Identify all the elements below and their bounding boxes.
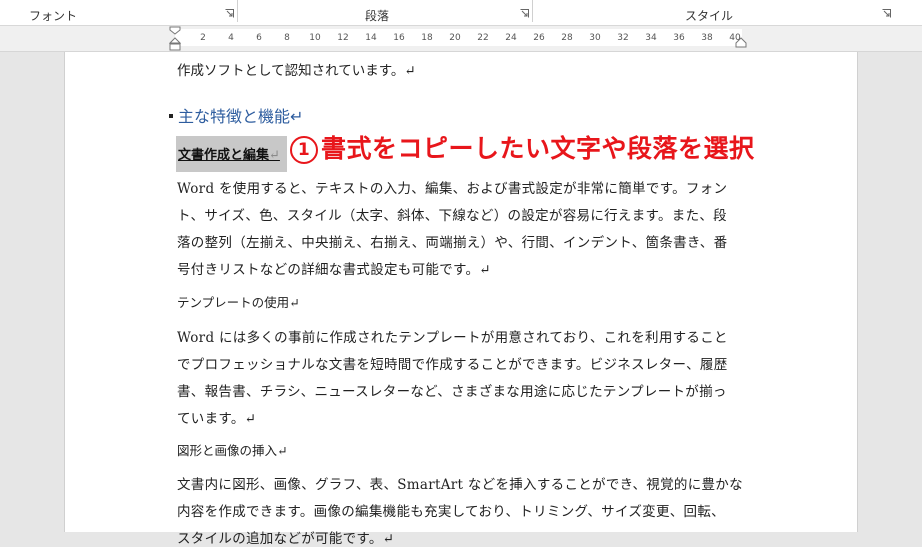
font-dialog-launcher-icon[interactable] <box>225 9 234 18</box>
paragraph-line: ています。↵ <box>177 411 257 427</box>
ruler-tick-label: 6 <box>256 33 262 43</box>
ruler-tick-label: 38 <box>701 33 713 43</box>
heading-features-text: 主な特徴と機能↵ <box>178 107 304 126</box>
heading-bullet-icon <box>169 113 173 118</box>
paragraph-line: 文書内に図形、画像、グラフ、表、SmartArt などを挿入することができ、視覚… <box>177 477 743 493</box>
paragraph-line: Word を使用すると、テキストの入力、編集、および書式設定が非常に簡単です。フ… <box>177 181 728 197</box>
ruler-tick-label: 26 <box>533 33 545 43</box>
indent-marker-icon[interactable] <box>169 26 181 52</box>
annotation-text: 書式をコピーしたい文字や段落を選択 <box>321 134 755 163</box>
selected-heading[interactable]: 文書作成と編集↵ <box>178 144 280 163</box>
paragraph-line: 内容を作成できます。画像の編集機能も充実しており、トリミング、サイズ変更、回転、 <box>177 504 725 520</box>
paragraph-line: 書、報告書、チラシ、ニュースレターなど、さまざまな用途に応じたテンプレートが揃っ <box>177 384 727 400</box>
ruler-tick-label: 16 <box>393 33 405 43</box>
ruler-tick-label: 34 <box>645 33 657 43</box>
paragraph-line: でプロフェッショナルな文書を短時間で作成することができます。ビジネスレター、履歴 <box>177 357 728 373</box>
paragraph-line: Word には多くの事前に作成されたテンプレートが用意されており、これを利用する… <box>177 330 728 346</box>
ruler-tick-label: 12 <box>337 33 349 43</box>
paragraph-line: 落の整列（左揃え、中央揃え、右揃え、両端揃え）や、行間、インデント、箇条書き、番 <box>177 235 728 251</box>
ruler-tick-label: 10 <box>309 33 321 43</box>
ruler-tick-label: 2 <box>200 33 206 43</box>
paragraph-line: ト、サイズ、色、スタイル（太字、斜体、下線など）の設定が容易に行えます。また、段 <box>177 208 727 224</box>
ruler-tick-label: 28 <box>561 33 573 43</box>
styles-group-label: スタイル <box>685 9 734 23</box>
ruler-tick-label: 32 <box>617 33 629 43</box>
paragraph-mark: ↵ <box>269 148 280 163</box>
ruler-tick-label: 4 <box>228 33 234 43</box>
ruler-tick-label: 36 <box>673 33 685 43</box>
font-group-label: フォント <box>29 9 78 23</box>
subheading-templates: テンプレートの使用↵ <box>177 295 300 310</box>
annotation-step-number: 1 <box>290 136 318 164</box>
styles-group: スタイル <box>533 0 922 25</box>
selected-heading-text: 文書作成と編集 <box>178 148 270 163</box>
ruler-tick-label: 8 <box>284 33 290 43</box>
paragraph-dialog-launcher-icon[interactable] <box>520 9 529 18</box>
horizontal-ruler[interactable]: 2 4 6 8 10 12 14 16 18 20 22 24 26 28 30 32 34 36 38 40 <box>0 26 922 52</box>
paragraph-group-label: 段落 <box>365 9 390 23</box>
ruler-tick-label: 14 <box>365 33 377 43</box>
document-line: 作成ソフトとして認知されています。↵ <box>177 59 416 79</box>
heading-features: 主な特徴と機能↵ <box>169 103 303 127</box>
right-indent-marker-icon[interactable] <box>735 36 747 48</box>
subheading-shapes-images: 図形と画像の挿入↵ <box>177 443 288 458</box>
styles-dialog-launcher-icon[interactable] <box>882 9 891 18</box>
font-group: フォント <box>0 0 237 25</box>
ruler-tick-label: 24 <box>505 33 517 43</box>
document-page[interactable]: 作成ソフトとして認知されています。↵ 主な特徴と機能↵ 文書作成と編集↵ 1 書式… <box>64 52 858 547</box>
ruler-tick-label: 20 <box>449 33 461 43</box>
ruler-tick-label: 30 <box>589 33 601 43</box>
ribbon-group-bar: フォント 段落 スタイル <box>0 0 922 26</box>
paragraph-line: 号付きリストなどの詳細な書式設定も可能です。↵ <box>177 262 491 278</box>
paragraph-group: 段落 <box>238 0 532 25</box>
annotation-callout: 1 書式をコピーしたい文字や段落を選択 <box>290 129 755 165</box>
document-line-text: 作成ソフトとして認知されています。↵ <box>177 63 416 79</box>
ruler-tick-label: 18 <box>421 33 433 43</box>
ruler-tick-label: 22 <box>477 33 489 43</box>
paragraph-line: スタイルの追加などが可能です。↵ <box>177 531 395 547</box>
